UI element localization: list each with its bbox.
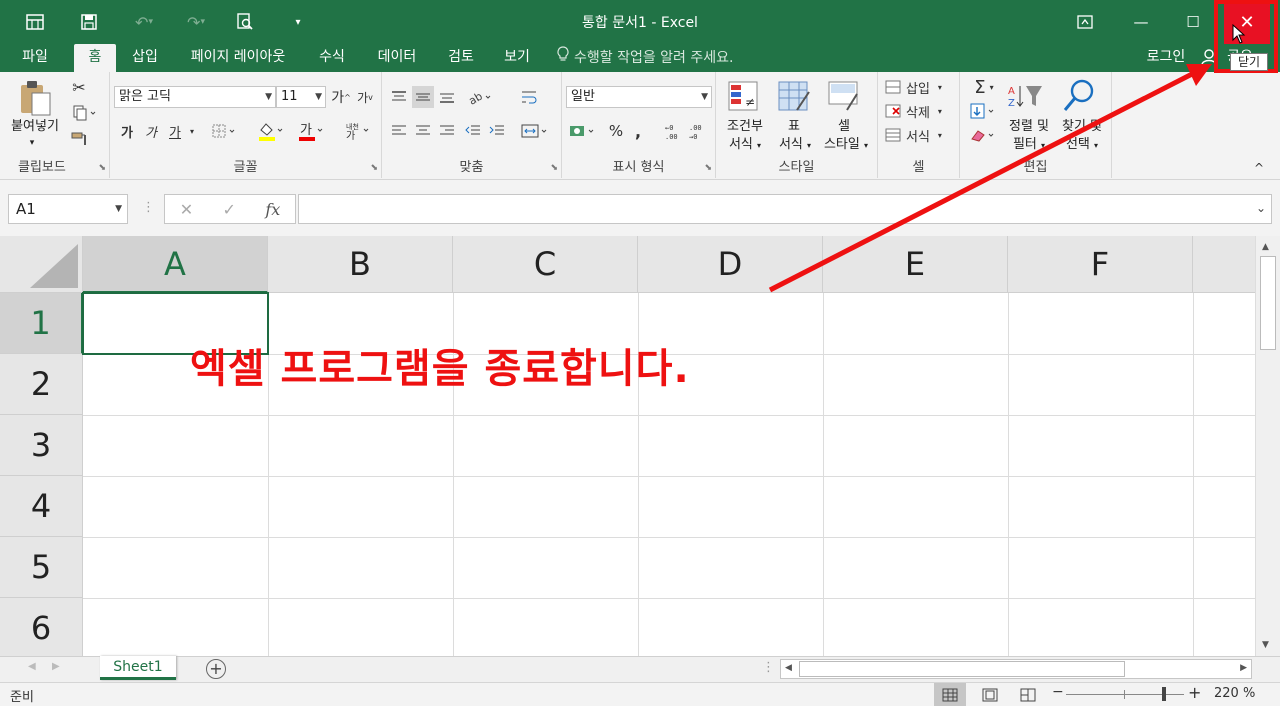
excel-window: ↶ ▾ ↷ ▾ ▾ 통합 문서1 - Excel — ☐ ✕ 파일 홈 삽입 페… — [0, 0, 1280, 706]
close-tooltip: 닫기 — [1230, 53, 1268, 71]
instruction-text: 엑셀 프로그램을 종료합니다. — [190, 346, 690, 392]
mouse-cursor-icon — [1232, 23, 1246, 48]
